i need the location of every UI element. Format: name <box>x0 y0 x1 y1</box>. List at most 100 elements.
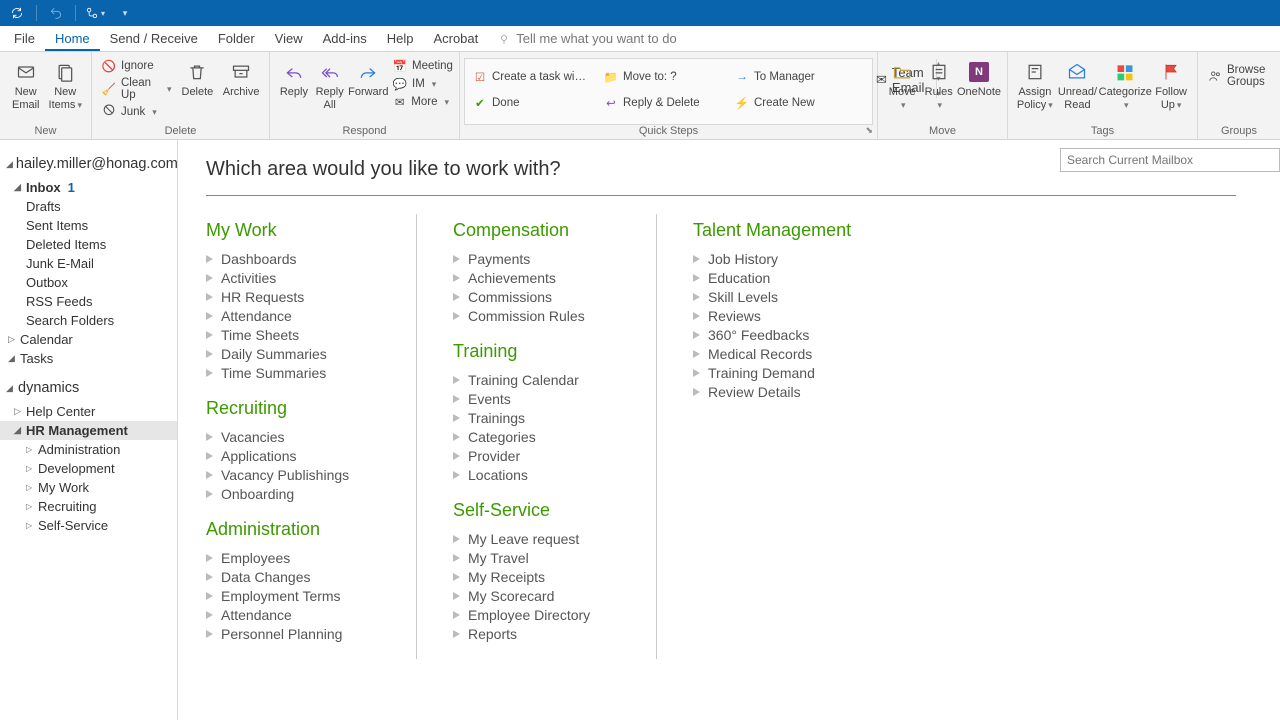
link-provider[interactable]: Provider <box>453 446 626 465</box>
account-header[interactable]: ◢hailey.miller@honag.com <box>0 146 177 178</box>
link-commission-rules[interactable]: Commission Rules <box>453 306 626 325</box>
qs-done[interactable]: ✔Done <box>473 91 598 115</box>
followup-button[interactable]: FollowUp▾ <box>1151 56 1191 111</box>
tab-send-receive[interactable]: Send / Receive <box>100 26 208 51</box>
link-medical-records[interactable]: Medical Records <box>693 344 886 363</box>
link-attendance[interactable]: Attendance <box>206 306 386 325</box>
link-training-demand[interactable]: Training Demand <box>693 363 886 382</box>
cleanup-button[interactable]: 🧹Clean Up▾ <box>98 76 176 102</box>
forward-button[interactable]: Forward <box>348 56 389 99</box>
link-my-receipts[interactable]: My Receipts <box>453 567 626 586</box>
folder-sent[interactable]: Sent Items <box>0 216 177 235</box>
categorize-button[interactable]: Categorize▾ <box>1099 56 1151 111</box>
link-trainings[interactable]: Trainings <box>453 408 626 427</box>
qs-create-task[interactable]: ☑Create a task wi… <box>473 65 598 89</box>
tab-home[interactable]: Home <box>45 26 100 51</box>
nav-help-center[interactable]: ▷Help Center <box>0 402 177 421</box>
folder-rss[interactable]: RSS Feeds <box>0 292 177 311</box>
archive-button[interactable]: Archive <box>219 56 263 99</box>
ignore-button[interactable]: 🚫Ignore <box>98 58 176 74</box>
customize-qat-icon[interactable]: ▾ <box>114 3 136 23</box>
link-employment-terms[interactable]: Employment Terms <box>206 586 386 605</box>
tab-view[interactable]: View <box>265 26 313 51</box>
link-reviews[interactable]: Reviews <box>693 306 886 325</box>
link-events[interactable]: Events <box>453 389 626 408</box>
link-data-changes[interactable]: Data Changes <box>206 567 386 586</box>
link-hr-requests[interactable]: HR Requests <box>206 287 386 306</box>
folder-deleted[interactable]: Deleted Items <box>0 235 177 254</box>
link-locations[interactable]: Locations <box>453 465 626 484</box>
link-my-leave-request[interactable]: My Leave request <box>453 529 626 548</box>
link-360-feedbacks[interactable]: 360° Feedbacks <box>693 325 886 344</box>
browse-groups-button[interactable]: Browse Groups <box>1204 56 1280 89</box>
nav-calendar[interactable]: ▷Calendar <box>0 330 177 349</box>
nav-hr-selfservice[interactable]: ▷Self-Service <box>0 516 177 535</box>
tab-file[interactable]: File <box>4 26 45 51</box>
link-review-details[interactable]: Review Details <box>693 382 886 401</box>
link-attendance[interactable]: Attendance <box>206 605 386 624</box>
search-box[interactable] <box>1060 148 1280 172</box>
link-training-calendar[interactable]: Training Calendar <box>453 370 626 389</box>
folder-inbox[interactable]: ◢Inbox1 <box>0 178 177 197</box>
im-button[interactable]: 💬IM▾ <box>389 76 453 92</box>
link-personnel-planning[interactable]: Personnel Planning <box>206 624 386 643</box>
rules-button[interactable]: Rules▾ <box>920 56 956 111</box>
dialog-launcher-icon[interactable]: ⬊ <box>865 125 873 136</box>
link-skill-levels[interactable]: Skill Levels <box>693 287 886 306</box>
delete-button[interactable]: Delete <box>176 56 220 99</box>
link-vacancy-publishings[interactable]: Vacancy Publishings <box>206 465 386 484</box>
touch-mode-icon[interactable]: ▾ <box>84 3 106 23</box>
folder-junk[interactable]: Junk E-Mail <box>0 254 177 273</box>
nav-hr-recruiting[interactable]: ▷Recruiting <box>0 497 177 516</box>
new-items-button[interactable]: NewItems▾ <box>46 56 86 111</box>
tell-me-search[interactable]: Tell me what you want to do <box>498 31 676 51</box>
link-time-sheets[interactable]: Time Sheets <box>206 325 386 344</box>
folder-outbox[interactable]: Outbox <box>0 273 177 292</box>
nav-tasks[interactable]: ◢Tasks <box>0 349 177 368</box>
link-time-summaries[interactable]: Time Summaries <box>206 363 386 382</box>
link-employee-directory[interactable]: Employee Directory <box>453 605 626 624</box>
tab-addins[interactable]: Add-ins <box>313 26 377 51</box>
tab-help[interactable]: Help <box>377 26 424 51</box>
folder-search[interactable]: Search Folders <box>0 311 177 330</box>
link-onboarding[interactable]: Onboarding <box>206 484 386 503</box>
link-my-travel[interactable]: My Travel <box>453 548 626 567</box>
sync-icon[interactable] <box>6 3 28 23</box>
onenote-button[interactable]: N OneNote <box>957 56 1001 99</box>
reply-all-button[interactable]: ReplyAll <box>312 56 348 111</box>
link-achievements[interactable]: Achievements <box>453 268 626 287</box>
nav-hr-management[interactable]: ◢HR Management <box>0 421 177 440</box>
move-button[interactable]: Move▾ <box>884 56 920 111</box>
link-applications[interactable]: Applications <box>206 446 386 465</box>
reply-button[interactable]: Reply <box>276 56 312 99</box>
folder-drafts[interactable]: Drafts <box>0 197 177 216</box>
link-reports[interactable]: Reports <box>453 624 626 643</box>
account-dynamics[interactable]: ◢dynamics <box>0 376 177 402</box>
tab-acrobat[interactable]: Acrobat <box>423 26 488 51</box>
qs-create-new[interactable]: ⚡Create New <box>735 91 860 115</box>
tab-folder[interactable]: Folder <box>208 26 265 51</box>
link-employees[interactable]: Employees <box>206 548 386 567</box>
link-commissions[interactable]: Commissions <box>453 287 626 306</box>
search-input[interactable] <box>1060 148 1280 172</box>
undo-icon[interactable] <box>45 3 67 23</box>
link-job-history[interactable]: Job History <box>693 249 886 268</box>
link-daily-summaries[interactable]: Daily Summaries <box>206 344 386 363</box>
link-education[interactable]: Education <box>693 268 886 287</box>
qs-move-to[interactable]: 📁Move to: ? <box>604 65 729 89</box>
link-activities[interactable]: Activities <box>206 268 386 287</box>
nav-hr-administration[interactable]: ▷Administration <box>0 440 177 459</box>
nav-hr-mywork[interactable]: ▷My Work <box>0 478 177 497</box>
link-my-scorecard[interactable]: My Scorecard <box>453 586 626 605</box>
qs-to-manager[interactable]: →To Manager <box>735 65 860 89</box>
junk-button[interactable]: 🛇Junk▾ <box>98 104 176 120</box>
link-dashboards[interactable]: Dashboards <box>206 249 386 268</box>
link-vacancies[interactable]: Vacancies <box>206 427 386 446</box>
assign-policy-button[interactable]: AssignPolicy▾ <box>1014 56 1056 111</box>
new-email-button[interactable]: NewEmail <box>6 56 46 111</box>
qs-reply-delete[interactable]: ↩Reply & Delete <box>604 91 729 115</box>
link-payments[interactable]: Payments <box>453 249 626 268</box>
meeting-button[interactable]: 📅Meeting <box>389 58 453 74</box>
link-categories[interactable]: Categories <box>453 427 626 446</box>
more-respond-button[interactable]: ✉More▾ <box>389 94 453 110</box>
